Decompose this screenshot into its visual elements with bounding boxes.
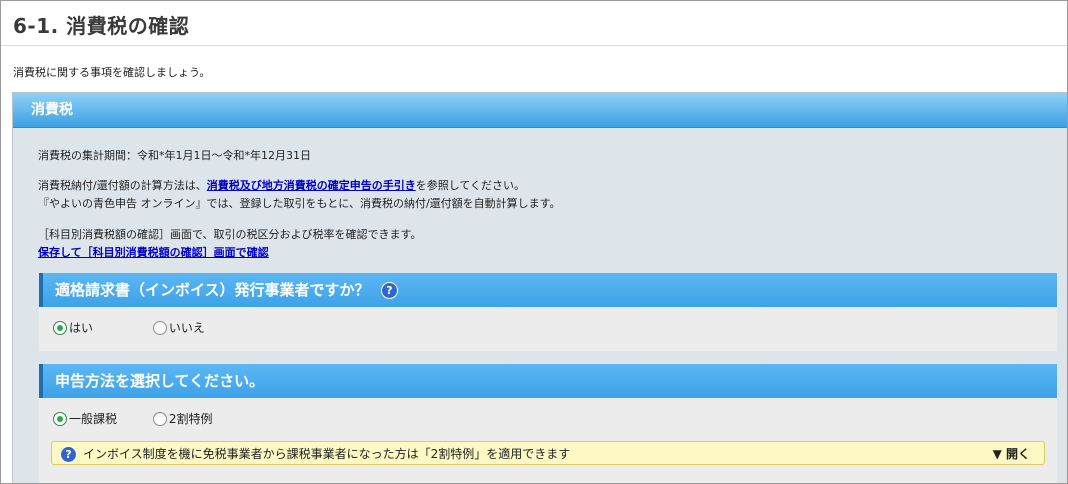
invoice-no-radio[interactable]: いいえ: [152, 319, 205, 336]
twenty-percent-special-radio[interactable]: 2割特例: [152, 410, 213, 427]
calc-prefix: 消費税納付/還付額の計算方法は、: [38, 179, 207, 192]
help-icon[interactable]: ?: [380, 282, 398, 299]
invoice-radio-group: はい いいえ: [53, 319, 205, 336]
two-percent-notice[interactable]: ? インボイス制度を機に免税事業者から課税事業者になった方は「2割特例」を適用でき…: [51, 441, 1045, 465]
general-tax-radio[interactable]: 一般課税: [53, 410, 117, 427]
page-intro: 消費税に関する事項を確認しましょう。: [13, 66, 211, 79]
consumption-tax-panel: 消費税 消費税の集計期間：令和*年1月1日～令和*年12月31日 消費税納付/還…: [12, 92, 1067, 483]
radio-checked-icon: [53, 320, 67, 335]
invoice-yes-radio[interactable]: はい: [53, 319, 93, 336]
calc-suffix: を参照してください。: [415, 179, 526, 192]
radio-label: 2割特例: [168, 412, 213, 426]
filing-method-section: 申告方法を選択してください。 一般課税 2割特例: [39, 364, 1057, 483]
expand-toggle[interactable]: ▼ 開く: [993, 442, 1030, 466]
title-divider: [1, 45, 1067, 46]
page-title: 6-1. 消費税の確認: [13, 14, 190, 38]
radio-checked-icon: [53, 411, 67, 426]
method-radio-group: 一般課税 2割特例: [53, 410, 212, 427]
panel-header: 消費税: [13, 93, 1067, 128]
tax-guide-link[interactable]: 消費税及び地方消費税の確定申告の手引き: [207, 179, 416, 192]
radio-label: はい: [69, 321, 94, 335]
auto-calc-text: 『やよいの青色申告 オンライン』では、登録した取引をもとに、消費税の納付/還付額…: [38, 197, 561, 210]
invoice-section-header: 適格請求書（インボイス）発行事業者ですか？ ?: [39, 273, 1057, 307]
period-text: 消費税の集計期間：令和*年1月1日～令和*年12月31日: [38, 149, 311, 162]
save-and-check-link[interactable]: 保存して［科目別消費税額の確認］画面で確認: [38, 244, 269, 260]
radio-unchecked-icon: [152, 320, 167, 335]
invoice-issuer-section: 適格請求書（インボイス）発行事業者ですか？ ? はい いいえ: [39, 273, 1057, 351]
method-section-header: 申告方法を選択してください。: [39, 364, 1057, 398]
rate-check-text: ［科目別消費税額の確認］画面で、取引の税区分および税率を確認できます。: [38, 228, 422, 241]
help-icon: ?: [60, 446, 77, 463]
page-frame: 6-1. 消費税の確認 消費税に関する事項を確認しましょう。 消費税 消費税の集…: [0, 0, 1068, 484]
invoice-section-title: 適格請求書（インボイス）発行事業者ですか？: [55, 281, 370, 299]
calc-method-line: 消費税納付/還付額の計算方法は、消費税及び地方消費税の確定申告の手引きを参照して…: [38, 177, 525, 193]
radio-label: 一般課税: [69, 412, 118, 426]
notice-text: インボイス制度を機に免税事業者から課税事業者になった方は「2割特例」を適用できま…: [83, 447, 571, 461]
radio-unchecked-icon: [152, 411, 167, 426]
radio-label: いいえ: [168, 321, 205, 335]
